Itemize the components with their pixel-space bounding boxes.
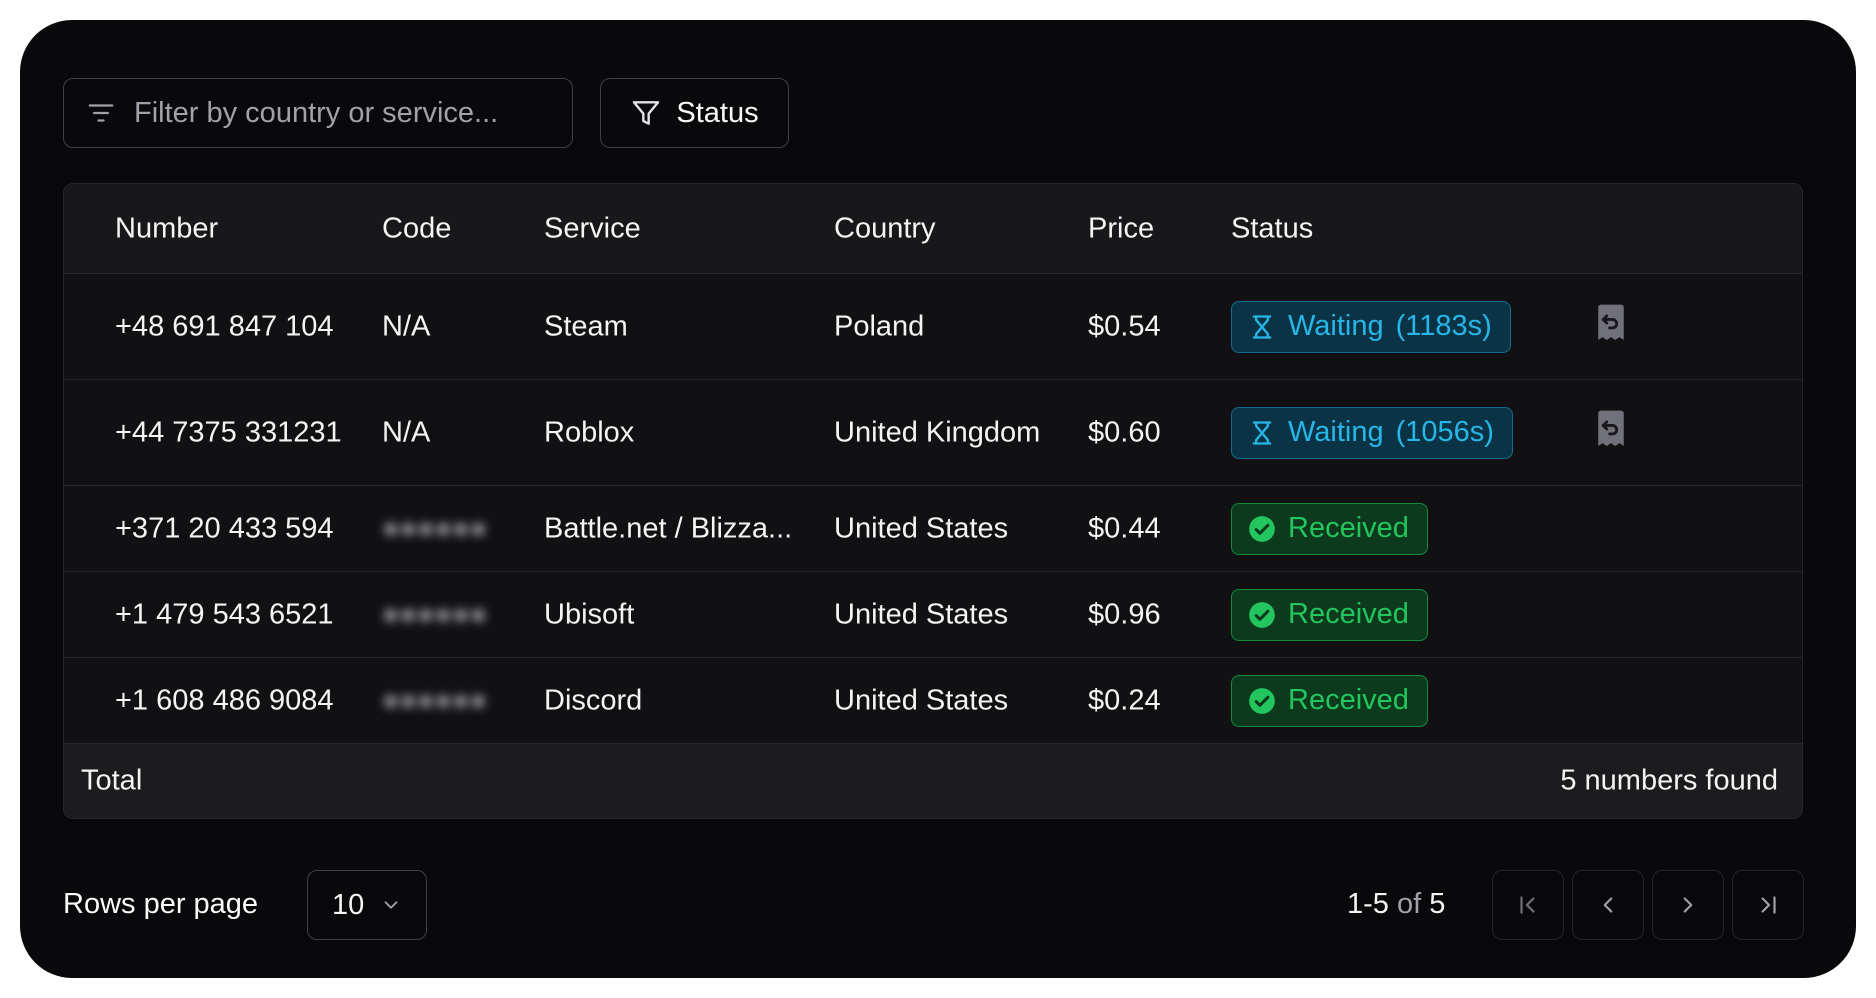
rows-per-page-value: 10	[332, 888, 365, 921]
status-badge-waiting: Waiting (1056s)	[1231, 406, 1513, 459]
country-name: Poland	[834, 310, 925, 342]
service-name: Roblox	[544, 416, 635, 448]
next-page-button[interactable]	[1652, 870, 1724, 940]
rows-per-page-label: Rows per page	[63, 888, 259, 920]
last-page-button[interactable]	[1732, 870, 1804, 940]
service-name: Battle.net / Blizza...	[544, 512, 793, 544]
phone-number[interactable]: +44 7375 331231	[115, 416, 342, 449]
column-header-code[interactable]: Code	[382, 212, 451, 245]
status-cell: Waiting (1056s)	[1231, 406, 1513, 459]
chevron-right-icon	[1683, 897, 1693, 913]
price: $0.96	[1088, 598, 1161, 630]
filter-field[interactable]	[63, 78, 573, 148]
column-header-service[interactable]: Service	[544, 212, 641, 245]
country-name: United Kingdom	[834, 416, 1041, 448]
page-of-label: of	[1396, 888, 1422, 920]
status-text: Waiting	[1288, 310, 1384, 342]
price: $0.24	[1088, 684, 1161, 716]
table-row[interactable]: +1 479 543 6521 ●●●●●● Ubisoft United St…	[64, 572, 1802, 658]
filter-input[interactable]	[134, 96, 554, 130]
country-name: United States	[834, 512, 1009, 544]
first-page-button[interactable]	[1492, 870, 1564, 940]
chevron-down-icon	[384, 901, 398, 909]
receipt-refund-icon[interactable]	[1594, 303, 1628, 343]
status-timer: (1056s)	[1395, 416, 1494, 448]
column-header-status[interactable]: Status	[1231, 212, 1313, 245]
chevron-first-icon	[1520, 896, 1535, 914]
filter-lines-icon	[88, 104, 114, 122]
country-name: United States	[834, 684, 1009, 716]
column-header-price[interactable]: Price	[1088, 212, 1154, 245]
numbers-table: Number Code Service Country Price Status…	[63, 183, 1803, 819]
status-badge-received: Received	[1231, 502, 1428, 555]
column-header-country[interactable]: Country	[834, 212, 936, 245]
phone-number[interactable]: +1 608 486 9084	[115, 684, 334, 717]
status-text: Received	[1288, 684, 1409, 716]
price: $0.54	[1088, 310, 1161, 342]
phone-number[interactable]: +1 479 543 6521	[115, 598, 334, 631]
hourglass-icon	[1252, 314, 1272, 339]
sms-code-hidden: ●●●●●●	[382, 598, 487, 631]
check-circle-icon	[1249, 515, 1275, 542]
page-total: 5	[1429, 888, 1446, 920]
page-range: 1-5 of 5	[1347, 888, 1445, 921]
status-badge-received: Received	[1231, 674, 1428, 727]
page-range-value: 1-5	[1347, 888, 1389, 920]
rows-per-page-select[interactable]: 10	[307, 870, 427, 940]
phone-number[interactable]: +371 20 433 594	[115, 512, 334, 545]
phone-number[interactable]: +48 691 847 104	[115, 310, 334, 343]
status-text: Received	[1288, 598, 1409, 630]
price: $0.44	[1088, 512, 1161, 544]
status-badge-waiting: Waiting (1183s)	[1231, 300, 1511, 353]
blurred-code: ●●●●●●	[382, 512, 488, 544]
status-filter-button[interactable]: Status	[600, 78, 789, 148]
table-row[interactable]: +1 608 486 9084 ●●●●●● Discord United St…	[64, 658, 1802, 744]
service-name: Steam	[544, 310, 628, 342]
table-row[interactable]: +371 20 433 594 ●●●●●● Battle.net / Bliz…	[64, 486, 1802, 572]
refund-action[interactable]	[1594, 409, 1628, 457]
status-cell: Received	[1231, 502, 1428, 555]
refund-action[interactable]	[1594, 303, 1628, 351]
service-name: Discord	[544, 684, 643, 716]
status-cell: Waiting (1183s)	[1231, 300, 1511, 353]
previous-page-button[interactable]	[1572, 870, 1644, 940]
status-text: Waiting	[1288, 416, 1384, 448]
price: $0.60	[1088, 416, 1161, 448]
table-row[interactable]: +48 691 847 104 N/A Steam Poland $0.54 W…	[64, 274, 1802, 380]
status-filter-label: Status	[676, 96, 759, 129]
status-cell: Received	[1231, 674, 1428, 727]
chevron-left-icon	[1603, 897, 1613, 913]
funnel-icon	[633, 101, 660, 125]
blurred-code: ●●●●●●	[382, 684, 488, 716]
table-footer: Total 5 numbers found	[64, 744, 1802, 818]
total-label: Total	[81, 764, 143, 797]
check-circle-icon	[1249, 687, 1275, 714]
sms-code-hidden: ●●●●●●	[382, 512, 487, 545]
sms-code: N/A	[382, 310, 431, 342]
country-name: United States	[834, 598, 1009, 630]
receipt-refund-icon[interactable]	[1594, 409, 1628, 449]
blurred-code: ●●●●●●	[382, 598, 488, 630]
check-circle-icon	[1249, 601, 1275, 628]
table-row[interactable]: +44 7375 331231 N/A Roblox United Kingdo…	[64, 380, 1802, 486]
status-cell: Received	[1231, 588, 1428, 641]
results-count: 5 numbers found	[1560, 764, 1778, 797]
app-panel: Status Number Code Service Country Price…	[20, 20, 1856, 978]
chevron-last-icon	[1761, 896, 1776, 914]
hourglass-icon	[1252, 420, 1272, 445]
service-name: Ubisoft	[544, 598, 635, 630]
status-badge-received: Received	[1231, 588, 1428, 641]
sms-code-hidden: ●●●●●●	[382, 684, 487, 717]
sms-code: N/A	[382, 416, 431, 448]
table-header: Number Code Service Country Price Status	[64, 184, 1802, 274]
status-text: Received	[1288, 512, 1409, 544]
column-header-number[interactable]: Number	[115, 212, 218, 245]
status-timer: (1183s)	[1395, 310, 1492, 342]
